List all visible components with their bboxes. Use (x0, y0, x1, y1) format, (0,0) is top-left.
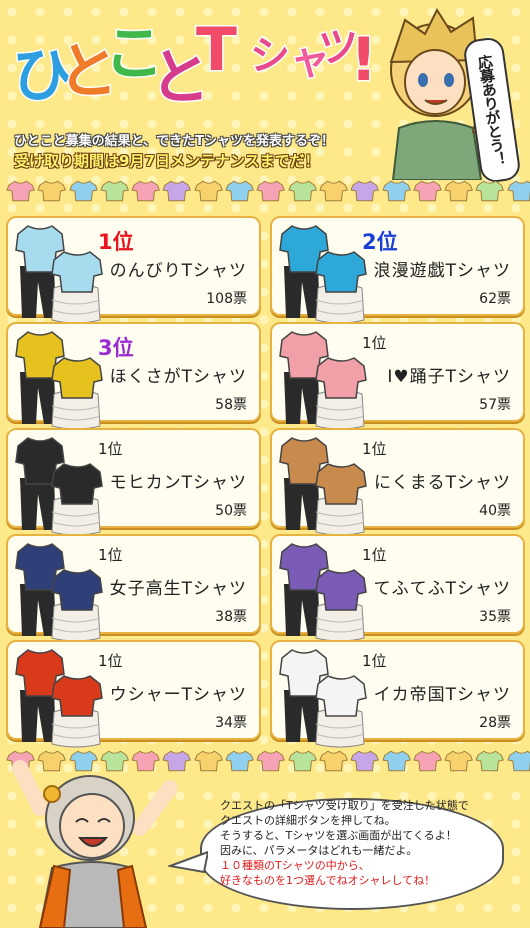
tshirt-card: 1位ウシャーTシャツ 34票 (6, 640, 261, 748)
tshirt-name: てふてふTシャツ (373, 579, 511, 599)
tshirt-icon (319, 180, 348, 202)
header: ひとこと T シャツ! 応募ありがとう！ ひとこと募集の結果と、できたTシャツを発表… (0, 0, 530, 200)
tshirt-icon (475, 180, 505, 202)
rank-label: 1位 (98, 546, 123, 564)
tshirt-card: 1位のんびりTシャツ 108票 (6, 216, 261, 324)
rank-label: 2位 (362, 230, 398, 254)
instruction-line-highlight: 好きなものを1つ選んでねオシャレしてね！ (220, 874, 436, 887)
tshirt-icon (381, 180, 411, 202)
announcement-text: ひとこと募集の結果と、できたTシャツを発表するぞ！ (14, 134, 334, 149)
vote-count: 38票 (215, 609, 247, 625)
tshirt-name: 女子高生Tシャツ (109, 579, 247, 599)
tshirt-card: 3位ほくさがTシャツ 58票 (6, 322, 261, 430)
tshirt-outfit-icon (15, 225, 103, 324)
tshirt-icon (194, 180, 223, 202)
tshirt-outfit-icon (279, 649, 367, 748)
vote-count: 50票 (215, 503, 247, 519)
tshirt-name: ウシャーTシャツ (109, 685, 247, 705)
instruction-line: クエストの詳細ボタンを押してね。 (220, 814, 396, 827)
rank-label: 1位 (98, 652, 123, 670)
tshirt-icon (162, 180, 192, 202)
tshirt-icon (131, 180, 161, 202)
instruction-line: クエストの「Tシャツ受け取り」を受注した状態で (220, 799, 469, 812)
title-char: T (195, 15, 239, 85)
tshirt-card: 1位女子高生Tシャツ 38票 (6, 534, 261, 642)
vote-count: 58票 (215, 397, 247, 413)
tshirt-card: 1位モヒカンTシャツ 50票 (6, 428, 261, 536)
tshirt-card: 1位にくまるTシャツ 40票 (270, 428, 525, 536)
instruction-line: 因みに、パラメータはどれも一緒だよ。 (220, 844, 418, 857)
tshirt-name: 浪漫遊戯Tシャツ (373, 261, 511, 281)
tshirt-card: 1位イカ帝国Tシャツ 28票 (270, 640, 525, 748)
rank-label: 1位 (98, 440, 123, 458)
vote-count: 62票 (479, 291, 511, 307)
vote-count: 34票 (215, 715, 247, 731)
tshirt-outfit-icon (15, 649, 103, 748)
tshirt-icon (507, 180, 530, 202)
tshirt-icon (100, 180, 129, 202)
tshirt-name: にくまるTシャツ (373, 473, 511, 493)
vote-count: 35票 (479, 609, 511, 625)
tshirt-icon (350, 180, 380, 202)
rank-label: 1位 (362, 546, 387, 564)
tshirt-outfit-icon (15, 331, 103, 430)
tshirt-outfit-icon (279, 225, 367, 324)
tshirt-name: イカ帝国Tシャツ (373, 685, 511, 705)
instruction-line-highlight: １０種類のTシャツの中から、 (220, 859, 370, 872)
vote-count: 57票 (479, 397, 511, 413)
rank-label: 3位 (98, 336, 134, 360)
mascot-girl-illustration (12, 760, 178, 928)
tshirt-icon (37, 180, 67, 202)
tshirt-icon (225, 180, 255, 202)
vote-count: 108票 (206, 291, 247, 307)
tshirt-icon (256, 180, 286, 202)
tshirt-icon (68, 180, 98, 202)
tshirt-icon (413, 180, 442, 202)
tshirt-icon (444, 180, 474, 202)
tshirt-card: 1位てふてふTシャツ 35票 (270, 534, 525, 642)
tshirt-name: モヒカンTシャツ (109, 473, 247, 493)
tshirt-icon (6, 180, 35, 202)
vote-count: 40票 (479, 503, 511, 519)
title-char: シ (249, 33, 292, 79)
decorative-shirt-strip-top (0, 180, 530, 206)
tshirt-name: ほくさがTシャツ (109, 367, 247, 387)
instruction-line: そうすると、Tシャツを選ぶ画面が出てくるよ！ (220, 829, 457, 842)
vote-count: 28票 (479, 715, 511, 731)
tshirt-name: のんびりTシャツ (109, 261, 247, 281)
tshirt-outfit-icon (279, 543, 367, 642)
speech-bubble-tail (168, 850, 208, 874)
tshirt-outfit-icon (279, 437, 367, 536)
period-notice: 受け取り期間は9月7日メンテナンスまでだ！ (14, 152, 320, 170)
tshirt-outfit-icon (279, 331, 367, 430)
tshirt-icon (287, 180, 317, 202)
tshirt-outfit-icon (15, 437, 103, 536)
footer-area: クエストの「Tシャツ受け取り」を受注した状態で クエストの詳細ボタンを押してね。… (0, 740, 530, 928)
tshirt-card: 2位浪漫遊戯Tシャツ 62票 (270, 216, 525, 324)
rank-label: 1位 (362, 652, 387, 670)
instruction-text: クエストの「Tシャツ受け取り」を受注した状態で クエストの詳細ボタンを押してね。… (220, 798, 482, 888)
rank-label: 1位 (362, 440, 387, 458)
page-title: ひとこと T シャツ! (11, 15, 379, 110)
tshirt-name: I♥踊子Tシャツ (387, 367, 511, 387)
rank-label: 1位 (362, 334, 387, 352)
tshirt-card: 1位 I♥踊子Tシャツ 57票 (270, 322, 525, 430)
rank-label: 1位 (98, 230, 134, 254)
tshirt-outfit-icon (15, 543, 103, 642)
